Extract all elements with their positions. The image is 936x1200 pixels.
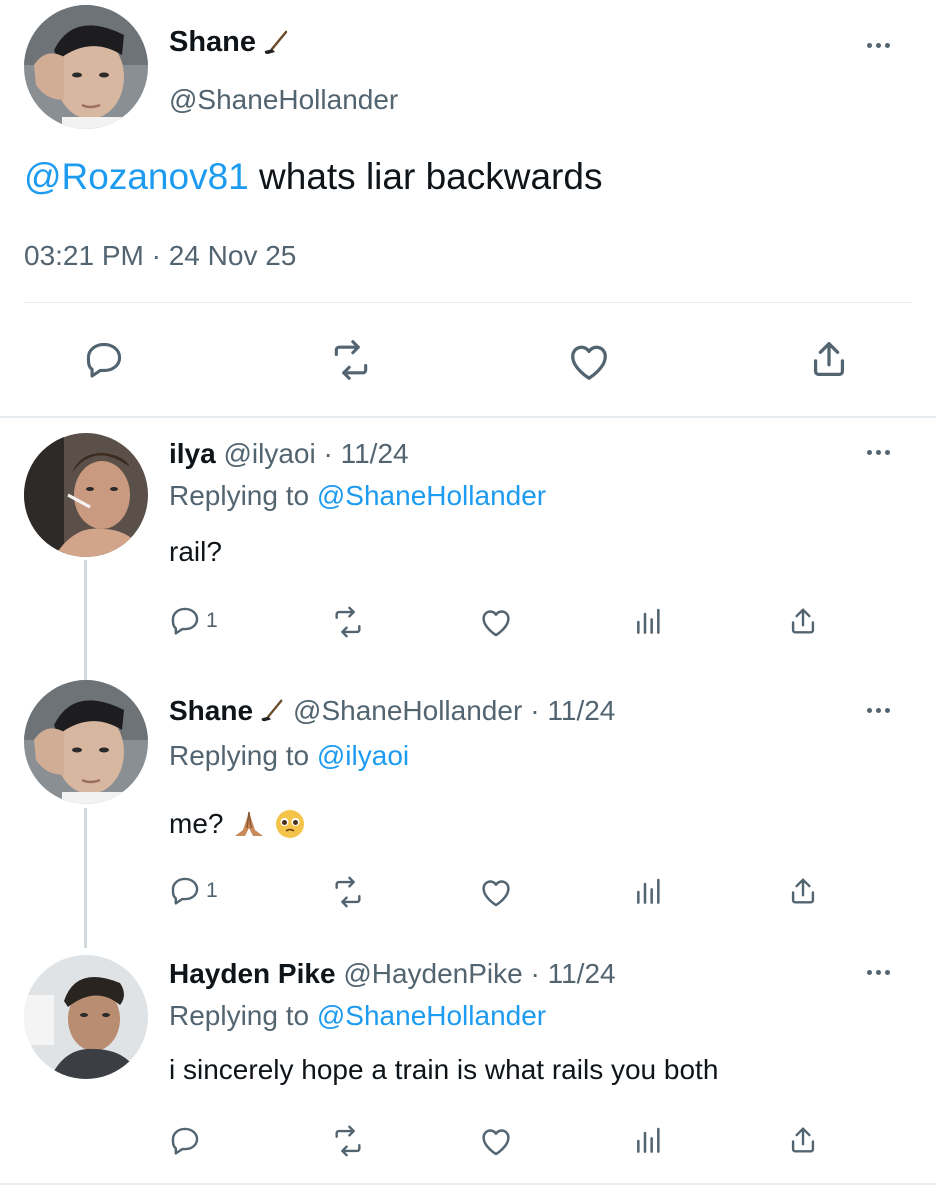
like-icon[interactable] [478,876,514,908]
display-name[interactable]: Shane [169,26,256,59]
section-divider [0,416,936,418]
handle[interactable]: @ShaneHollander [169,84,398,116]
retweet-icon[interactable] [330,875,366,909]
analytics-icon[interactable] [632,1125,666,1157]
share-icon[interactable] [806,336,852,382]
reply-text: i sincerely hope a train is what rails y… [169,1054,719,1085]
retweet-icon[interactable] [330,1124,366,1158]
mention-link[interactable]: @Rozanov81 [24,156,249,197]
handle[interactable]: @HaydenPike [343,958,522,989]
thread-line [84,808,87,948]
like-icon[interactable] [478,1125,514,1157]
thread-line [84,560,87,680]
analytics-icon[interactable] [632,606,666,638]
date[interactable]: · 11/24 [531,958,616,989]
more-options-icon[interactable] [867,970,890,975]
reply-text: rail? [169,536,222,567]
display-name[interactable]: Hayden Pike [169,958,336,989]
avatar[interactable] [24,433,148,557]
avatar[interactable] [24,680,148,804]
tweet-text: @Rozanov81 whats liar backwards [24,156,602,198]
replying-to-link[interactable]: @ShaneHollander [317,480,546,511]
analytics-icon[interactable] [632,876,666,908]
folded-hands-emoji [231,806,267,842]
divider [24,302,912,303]
replying-to: Replying to @ShaneHollander [169,480,547,511]
reply-count: 1 [206,609,218,632]
like-icon[interactable] [566,340,612,382]
date[interactable]: · 11/24 [324,438,409,469]
share-icon[interactable] [786,604,820,638]
hockey-stick-icon [259,698,285,724]
handle[interactable]: @ilyaoi [223,438,315,469]
like-icon[interactable] [478,606,514,638]
share-icon[interactable] [786,874,820,908]
replying-to-link[interactable]: @ShaneHollander [317,1000,546,1031]
date[interactable]: · 11/24 [530,695,615,727]
avatar[interactable] [24,5,148,129]
more-options-icon[interactable] [867,450,890,455]
replying-to-link[interactable]: @ilyaoi [317,740,409,771]
section-divider [0,1183,936,1185]
reply-icon[interactable] [168,1124,202,1158]
handle[interactable]: @ShaneHollander [293,695,522,727]
reply-text: me? [169,806,307,842]
reply-icon[interactable] [82,338,126,382]
reply-icon[interactable]: 1 [168,604,218,638]
more-options-icon[interactable] [867,43,890,48]
retweet-icon[interactable] [328,338,374,382]
hockey-stick-icon [262,29,290,57]
replying-to: Replying to @ilyaoi [169,740,410,771]
retweet-icon[interactable] [330,605,366,639]
more-options-icon[interactable] [867,708,890,713]
avatar[interactable] [24,955,148,1079]
pleading-face-emoji [273,807,307,841]
share-icon[interactable] [786,1123,820,1157]
tweet-body: whats liar backwards [259,156,603,197]
replying-to: Replying to @ShaneHollander [169,1000,547,1031]
display-name[interactable]: Shane [169,695,253,727]
reply-count: 1 [206,879,218,902]
reply-icon[interactable]: 1 [168,874,218,908]
timestamp[interactable]: 03:21 PM · 24 Nov 25 [24,240,296,272]
display-name[interactable]: ilya [169,438,216,469]
